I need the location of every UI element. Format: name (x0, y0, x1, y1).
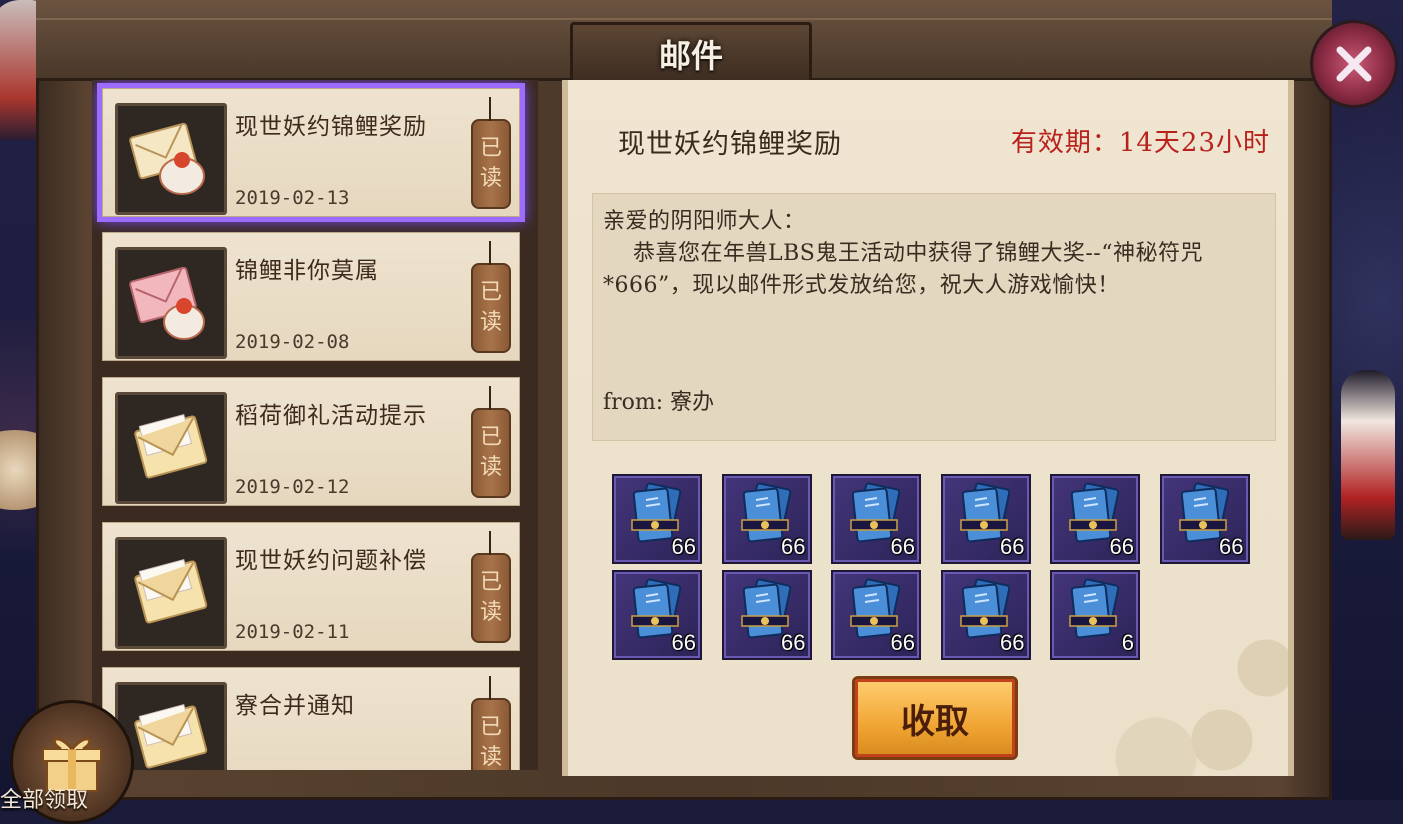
mail-title: 锦鲤非你莫属 (235, 258, 379, 284)
detail-title: 现世妖约锦鲤奖励 (618, 129, 842, 160)
reward-item[interactable]: 66 (721, 474, 812, 564)
read-status-char: 已 (479, 715, 502, 740)
reward-quantity: 6 (1121, 630, 1134, 655)
reward-item[interactable]: 66 (831, 570, 921, 660)
read-status-char: 已 (479, 425, 502, 450)
envelope-icon (115, 537, 227, 649)
pink-envelope-gift-icon (115, 247, 227, 359)
mail-date: 2019-02-08 (235, 331, 350, 353)
mail-date: 2019-02-11 (235, 621, 350, 643)
mail-item[interactable]: 寮合并通知 已 读 (102, 667, 520, 770)
close-button[interactable] (1310, 20, 1398, 108)
mail-title: 稻荷御礼活动提示 (235, 403, 427, 429)
envelope-icon (115, 392, 227, 504)
reward-quantity: 66 (1109, 534, 1134, 559)
mail-title: 现世妖约锦鲤奖励 (235, 114, 427, 140)
read-status-tag: 已 读 (471, 531, 511, 643)
mail-item[interactable]: 现世妖约锦鲤奖励 2019-02-13 已 读 (97, 83, 525, 222)
read-status-char: 读 (479, 600, 502, 625)
window-title-plaque: 邮件 (570, 22, 812, 86)
mail-date: 2019-02-12 (235, 476, 350, 498)
reward-quantity: 66 (890, 534, 915, 559)
mail-item[interactable]: 锦鲤非你莫属 2019-02-08 已 读 (102, 232, 520, 361)
talisman-ticket-icon (1069, 578, 1120, 639)
window-title: 邮件 (658, 37, 723, 75)
envelope-gift-icon (115, 103, 227, 215)
reward-quantity: 66 (1000, 630, 1025, 655)
reward-quantity: 66 (781, 534, 806, 559)
claim-button[interactable]: 收取 (852, 676, 1018, 760)
reward-item[interactable]: 66 (721, 570, 812, 660)
claim-button-label: 收取 (901, 701, 969, 742)
reward-item[interactable]: 66 (940, 570, 1031, 660)
mail-item[interactable]: 现世妖约问题补偿 2019-02-11 已 读 (102, 522, 520, 651)
mail-item[interactable]: 稻荷御礼活动提示 2019-02-12 已 读 (102, 377, 520, 506)
reward-quantity: 66 (1219, 534, 1244, 559)
mail-list[interactable]: 现世妖约锦鲤奖励 2019-02-13 已 读 锦鲤非你莫属 2019-02-0… (92, 80, 538, 770)
character-right (1341, 370, 1395, 540)
validity-text: 有效期：14天23小时 (1010, 128, 1270, 158)
read-status-tag: 已 读 (471, 676, 511, 770)
reward-item[interactable]: 66 (831, 474, 921, 564)
reward-item[interactable]: 6 (1050, 570, 1140, 660)
mail-date: 2019-02-13 (235, 187, 350, 209)
read-status-char: 已 (479, 136, 502, 161)
reward-quantity: 66 (781, 630, 806, 655)
claim-all-label: 全部领取 (0, 788, 89, 813)
read-status-char: 读 (479, 310, 502, 335)
mail-detail-panel: 现世妖约锦鲤奖励 有效期：14天23小时 亲爱的阴阳师大人： 恭喜您在年兽LBS… (562, 80, 1294, 776)
mail-title: 现世妖约问题补偿 (235, 548, 427, 574)
reward-item[interactable]: 66 (612, 474, 702, 564)
read-status-tag: 已 读 (471, 386, 511, 498)
reward-item[interactable]: 66 (1159, 474, 1250, 564)
read-status-char: 读 (479, 745, 502, 770)
read-status-char: 已 (479, 280, 502, 305)
reward-quantity: 66 (1000, 534, 1025, 559)
reward-quantity: 66 (671, 534, 696, 559)
read-status-char: 读 (479, 455, 502, 480)
read-status-char: 读 (479, 166, 502, 191)
reward-item[interactable]: 66 (940, 474, 1031, 564)
message-body: 亲爱的阴阳师大人： 恭喜您在年兽LBS鬼王活动中获得了锦鲤大奖--“神秘符咒*6… (603, 209, 1203, 298)
read-status-char: 已 (479, 570, 502, 595)
message-box: 亲爱的阴阳师大人： 恭喜您在年兽LBS鬼王活动中获得了锦鲤大奖--“神秘符咒*6… (592, 193, 1276, 441)
reward-quantity: 66 (890, 630, 915, 655)
reward-quantity: 66 (671, 630, 696, 655)
message-sender: from: 寮办 (603, 390, 715, 415)
mail-title: 寮合并通知 (235, 693, 355, 719)
read-status-tag: 已 读 (471, 241, 511, 353)
reward-item[interactable]: 66 (1050, 474, 1140, 564)
close-icon (1336, 46, 1372, 82)
reward-item[interactable]: 66 (612, 570, 702, 660)
read-status-tag: 已 读 (471, 97, 511, 209)
